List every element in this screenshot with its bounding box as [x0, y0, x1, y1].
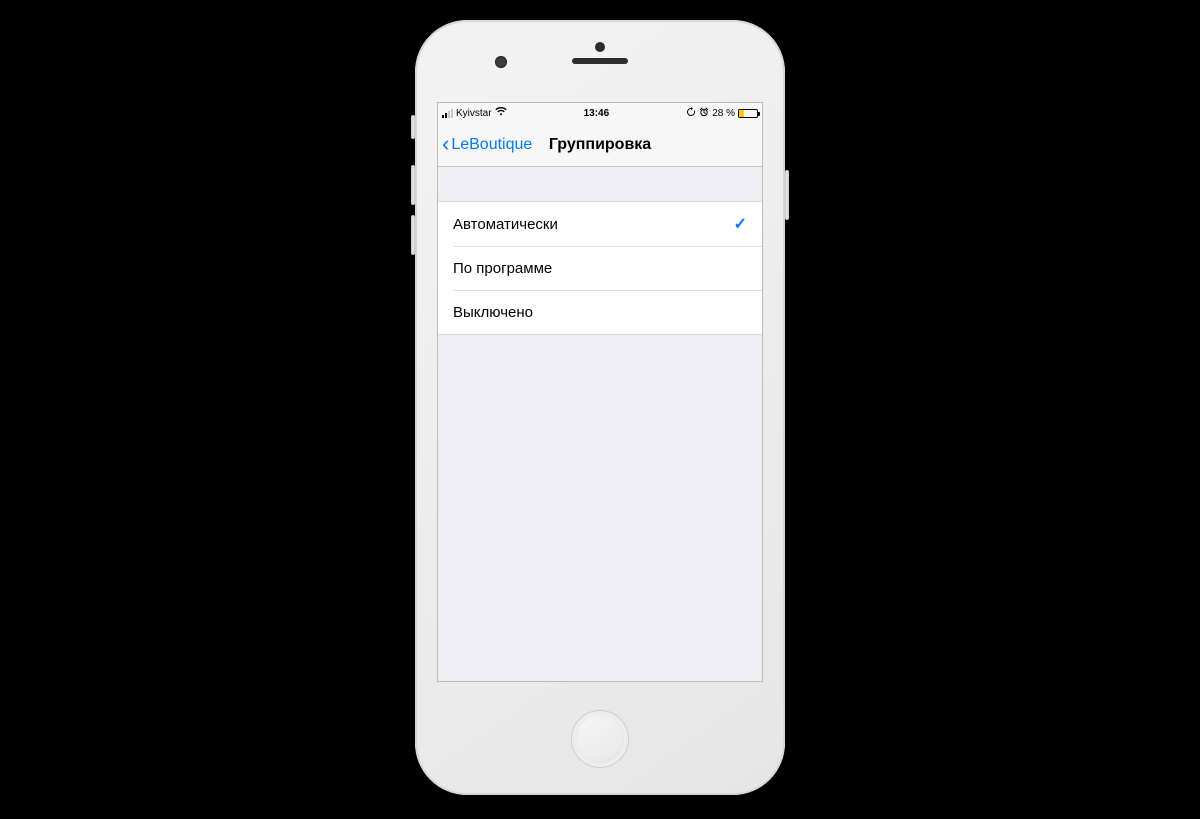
- volume-up-button: [411, 165, 415, 205]
- home-button: [571, 710, 629, 768]
- option-label: Автоматически: [453, 216, 558, 233]
- phone-bottom-bezel: [571, 682, 629, 795]
- clock: 13:46: [584, 108, 610, 119]
- volume-down-button: [411, 215, 415, 255]
- checkmark-icon: ✓: [734, 214, 747, 234]
- back-button[interactable]: ‹ LeBoutique: [442, 123, 532, 167]
- battery-percent: 28 %: [712, 108, 735, 119]
- status-right: 28 %: [686, 107, 758, 120]
- option-by-app[interactable]: По программе: [438, 246, 762, 290]
- screen: Kyivstar 13:46 28 % ‹ LeBoutique: [437, 102, 763, 682]
- option-label: По программе: [453, 260, 552, 277]
- chevron-left-icon: ‹: [442, 133, 449, 155]
- carrier-label: Kyivstar: [456, 108, 492, 119]
- phone-top-bezel: [415, 20, 785, 102]
- rotation-lock-icon: [686, 107, 696, 120]
- navigation-bar: ‹ LeBoutique Группировка: [438, 123, 762, 167]
- back-label: LeBoutique: [451, 136, 532, 154]
- status-bar: Kyivstar 13:46 28 %: [438, 103, 762, 123]
- option-automatic[interactable]: Автоматически ✓: [438, 202, 762, 246]
- page-title: Группировка: [549, 136, 651, 154]
- alarm-icon: [699, 107, 709, 120]
- status-left: Kyivstar: [442, 107, 507, 119]
- front-camera: [495, 56, 507, 68]
- content-area: Автоматически ✓ По программе Выключено: [438, 167, 762, 681]
- group-spacer: [438, 167, 762, 201]
- power-button: [785, 170, 789, 220]
- proximity-sensor: [595, 42, 605, 52]
- wifi-icon: [495, 107, 507, 119]
- earpiece-speaker: [572, 58, 628, 64]
- cellular-signal-icon: [442, 109, 453, 118]
- option-label: Выключено: [453, 304, 533, 321]
- mute-switch: [411, 115, 415, 139]
- phone-frame: Kyivstar 13:46 28 % ‹ LeBoutique: [415, 20, 785, 795]
- option-off[interactable]: Выключено: [438, 290, 762, 334]
- battery-icon: [738, 109, 758, 118]
- options-list: Автоматически ✓ По программе Выключено: [438, 201, 762, 335]
